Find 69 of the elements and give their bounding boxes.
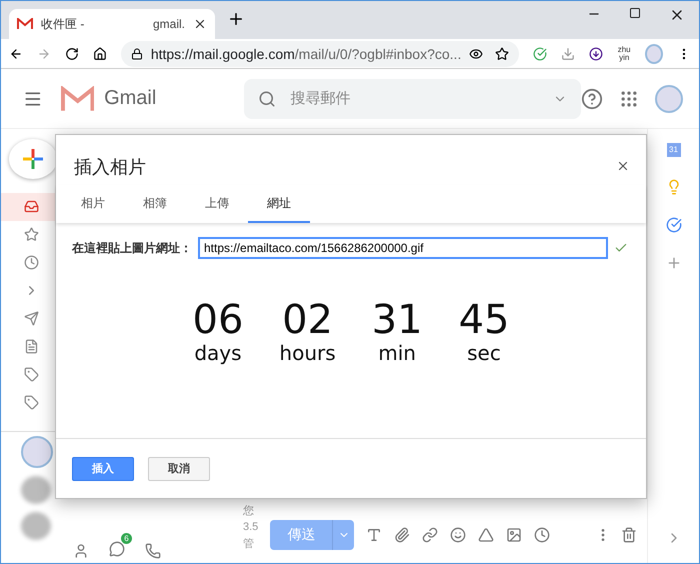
check-circle-icon[interactable] bbox=[666, 217, 682, 233]
close-icon[interactable] bbox=[193, 17, 207, 31]
download-circle-icon[interactable] bbox=[589, 46, 604, 62]
message-snippet: 管 bbox=[243, 537, 255, 551]
new-tab-icon[interactable] bbox=[227, 10, 245, 28]
clock-icon[interactable] bbox=[534, 527, 550, 543]
url-path: /mail/u/0/?ogbl#inbox?co... bbox=[294, 46, 462, 62]
countdown-number: 45 bbox=[458, 299, 510, 341]
dialog-tab[interactable]: 網址 bbox=[248, 185, 310, 223]
chat-badge: 6 bbox=[121, 532, 132, 544]
chat-icon[interactable] bbox=[109, 540, 125, 557]
image-icon[interactable] bbox=[506, 527, 522, 543]
countdown-unit: days bbox=[194, 341, 242, 365]
dialog-tab[interactable]: 相簿 bbox=[124, 185, 186, 223]
compose-button[interactable] bbox=[9, 139, 57, 179]
message-snippet: 您 bbox=[243, 504, 255, 518]
dialog-tab[interactable]: 相片 bbox=[62, 185, 124, 223]
maximize-icon[interactable] bbox=[629, 7, 641, 19]
tab-title: 收件匣 - bbox=[41, 16, 84, 32]
eye-icon[interactable] bbox=[469, 46, 484, 60]
text-format-icon[interactable] bbox=[366, 527, 382, 543]
dialog-tab[interactable]: 上傳 bbox=[186, 185, 248, 223]
inbox-icon bbox=[24, 199, 38, 214]
extension-label[interactable]: zhu yin bbox=[617, 46, 632, 62]
countdown-unit: sec bbox=[467, 341, 501, 365]
dialog-button[interactable]: 取消 bbox=[148, 456, 210, 480]
emoji-icon[interactable] bbox=[450, 527, 466, 543]
trash-icon[interactable] bbox=[621, 527, 637, 543]
clock-icon bbox=[24, 255, 38, 270]
label-icon bbox=[24, 367, 38, 382]
countdown-number: 31 bbox=[372, 299, 423, 341]
dialog-title: 插入相片 bbox=[74, 156, 146, 179]
send-icon bbox=[24, 311, 38, 326]
countdown-number: 02 bbox=[282, 299, 333, 341]
plus-icon[interactable] bbox=[666, 255, 682, 271]
url-host: https://mail.google.com bbox=[150, 46, 295, 62]
link-icon[interactable] bbox=[422, 527, 438, 543]
reload-icon[interactable] bbox=[64, 46, 79, 62]
triangle-icon[interactable] bbox=[478, 527, 494, 543]
blurred-avatar bbox=[21, 512, 51, 540]
contact-avatar[interactable] bbox=[21, 436, 53, 468]
plus-icon bbox=[21, 146, 45, 171]
address-bar[interactable]: https://mail.google.com/mail/u/0/?ogbl#inbox?co... bbox=[120, 40, 520, 66]
download-icon[interactable] bbox=[561, 46, 576, 62]
star-icon bbox=[24, 227, 38, 242]
person-icon[interactable] bbox=[73, 543, 89, 560]
mail-logo-icon bbox=[17, 18, 33, 30]
file-icon bbox=[24, 339, 38, 354]
countdown-unit: min bbox=[378, 341, 416, 365]
apps-icon[interactable] bbox=[619, 88, 639, 108]
blurred-avatar bbox=[21, 476, 51, 504]
attachment-icon[interactable] bbox=[394, 527, 410, 543]
help-icon[interactable] bbox=[581, 88, 603, 110]
label-icon bbox=[24, 395, 38, 410]
phone-icon[interactable] bbox=[145, 543, 161, 560]
mail-logo-icon bbox=[60, 86, 94, 112]
search-icon bbox=[258, 90, 276, 108]
message-snippet: 3.5 bbox=[243, 521, 258, 533]
field-label: 在這裡貼上圖片網址： bbox=[72, 240, 192, 256]
lock-icon bbox=[130, 48, 143, 60]
url-input-field[interactable]: https://emailtaco.com/1566286200000.gif bbox=[198, 237, 608, 259]
tab-title: gmail. bbox=[152, 17, 185, 31]
app-logo: Gmail bbox=[104, 87, 156, 110]
countdown-unit: hours bbox=[279, 341, 336, 365]
home-icon[interactable] bbox=[92, 46, 107, 62]
search-placeholder: 搜尋郵件 bbox=[290, 89, 352, 108]
star-icon[interactable] bbox=[495, 46, 510, 60]
countdown-number: 06 bbox=[192, 299, 244, 341]
browser-tab[interactable]: 收件匣 - gmail. bbox=[9, 9, 215, 39]
